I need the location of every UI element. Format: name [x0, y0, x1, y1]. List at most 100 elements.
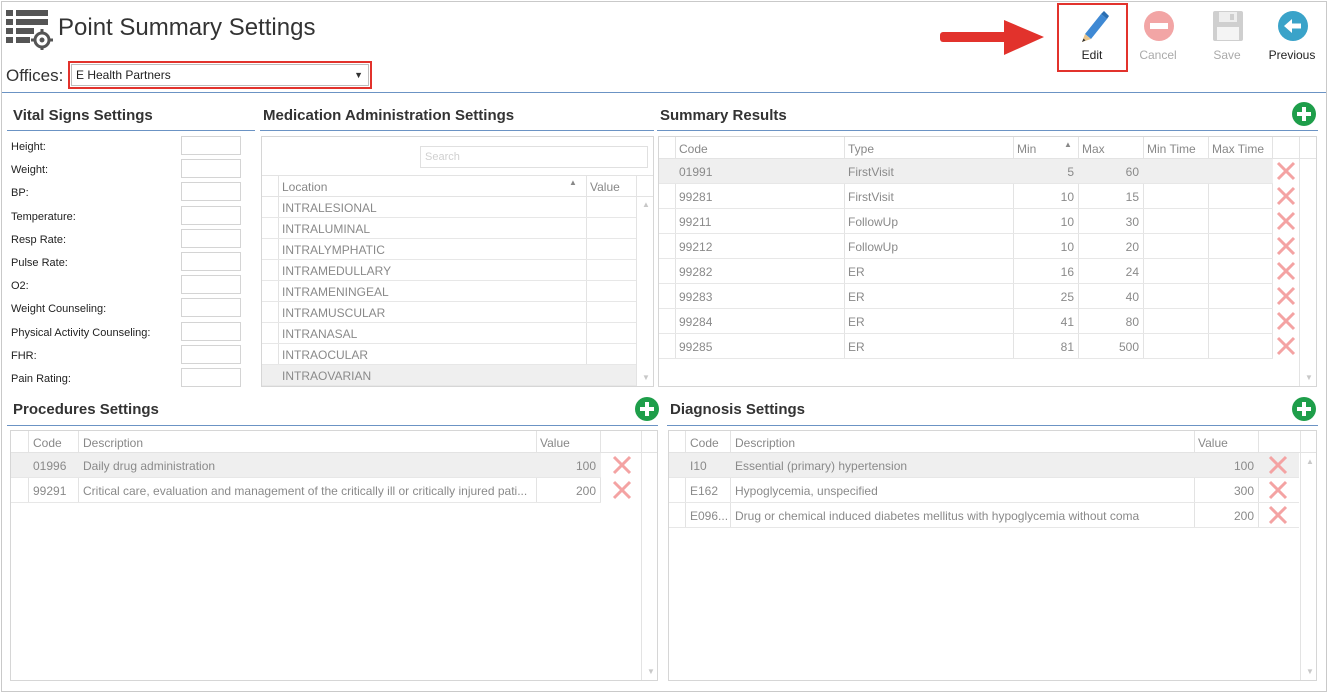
grid-divider — [262, 175, 653, 176]
add-summary-button[interactable] — [1292, 102, 1316, 126]
delete-icon[interactable] — [1268, 480, 1288, 500]
summary-type: FirstVisit — [848, 190, 894, 204]
summary-col-type[interactable]: Type — [848, 142, 874, 156]
medication-search-placeholder: Search — [425, 151, 460, 163]
vital-field-label: Weight Counseling: — [11, 303, 107, 316]
scroll-down-icon[interactable]: ▼ — [1306, 667, 1314, 676]
medication-search-input[interactable]: Search — [420, 146, 648, 168]
summary-type: ER — [848, 315, 865, 329]
delete-icon[interactable] — [612, 480, 632, 500]
grid-divider — [1299, 137, 1300, 386]
page-title: Point Summary Settings — [58, 14, 316, 41]
summary-code: 99283 — [679, 290, 713, 304]
procedures-panel: Code Description Value 01996 Daily drug a… — [10, 430, 658, 681]
summary-col-max[interactable]: Max — [1082, 142, 1105, 156]
summary-min: 5 — [1067, 165, 1074, 179]
vital-field-input[interactable] — [181, 368, 241, 387]
save-label: Save — [1213, 48, 1241, 62]
vital-field-label: Pulse Rate: — [11, 257, 68, 269]
delete-icon[interactable] — [1268, 455, 1288, 475]
procedures-col-description[interactable]: Description — [83, 436, 143, 450]
vital-field-input[interactable] — [181, 252, 241, 271]
medication-col-location[interactable]: Location — [282, 180, 327, 194]
summary-max: 24 — [1125, 265, 1139, 279]
cancel-button[interactable]: Cancel — [1128, 6, 1188, 68]
summary-divider — [657, 130, 1318, 131]
scroll-down-icon[interactable]: ▼ — [1305, 373, 1313, 382]
summary-col-min-time[interactable]: Min Time — [1147, 142, 1196, 156]
table-row[interactable] — [659, 184, 1273, 209]
summary-min: 25 — [1060, 290, 1074, 304]
vital-field-input[interactable] — [181, 321, 241, 341]
delete-icon[interactable] — [1276, 161, 1296, 181]
medication-location: INTRALYMPHATIC — [282, 243, 385, 257]
save-icon — [1213, 11, 1243, 41]
diagnosis-col-value[interactable]: Value — [1198, 436, 1228, 450]
medication-col-value[interactable]: Value — [590, 180, 620, 194]
grid-divider — [636, 175, 637, 386]
add-diagnosis-button[interactable] — [1292, 397, 1316, 421]
vital-field-input[interactable] — [181, 182, 241, 202]
table-row[interactable] — [659, 159, 1273, 184]
cancel-icon — [1144, 11, 1174, 41]
procedures-col-code[interactable]: Code — [33, 436, 62, 450]
medication-divider — [260, 130, 654, 131]
scroll-down-icon[interactable]: ▼ — [647, 667, 655, 676]
summary-max: 30 — [1125, 215, 1139, 229]
procedures-col-value[interactable]: Value — [540, 436, 570, 450]
summary-code: 99212 — [679, 240, 713, 254]
table-row[interactable] — [659, 334, 1273, 359]
procedure-code: 99291 — [33, 484, 67, 498]
summary-col-code[interactable]: Code — [679, 142, 708, 156]
grid-divider — [641, 431, 642, 680]
summary-max: 40 — [1125, 290, 1139, 304]
delete-icon[interactable] — [1268, 505, 1288, 525]
table-row[interactable] — [659, 234, 1273, 259]
procedure-value: 100 — [575, 459, 596, 473]
diagnosis-code: E162 — [690, 484, 719, 498]
diagnosis-value: 200 — [1233, 509, 1254, 523]
delete-icon[interactable] — [1276, 261, 1296, 281]
table-row[interactable] — [659, 284, 1273, 309]
summary-col-max-time[interactable]: Max Time — [1212, 142, 1264, 156]
save-button[interactable]: Save — [1197, 6, 1257, 68]
vital-field-label: Physical Activity Counseling: — [11, 326, 151, 339]
scroll-up-icon[interactable]: ▲ — [1306, 457, 1314, 466]
add-procedure-button[interactable] — [635, 397, 659, 421]
summary-code: 01991 — [679, 165, 713, 179]
offices-label: Offices: — [6, 66, 64, 85]
vital-field-input[interactable] — [181, 298, 241, 318]
scroll-up-icon[interactable]: ▲ — [642, 200, 650, 209]
delete-icon[interactable] — [1276, 286, 1296, 306]
diagnosis-description: Essential (primary) hypertension — [735, 459, 908, 473]
table-row[interactable] — [659, 309, 1273, 334]
medication-title: Medication Administration Settings — [263, 107, 515, 124]
diagnosis-divider — [667, 425, 1318, 426]
medication-location: INTRAOCULAR — [282, 348, 369, 362]
vital-field-input[interactable] — [181, 228, 241, 248]
delete-icon[interactable] — [1276, 336, 1296, 356]
previous-button[interactable]: Previous — [1262, 6, 1322, 68]
scroll-down-icon[interactable]: ▼ — [642, 373, 650, 382]
vital-field-input[interactable] — [181, 159, 241, 179]
header-divider — [2, 92, 1326, 93]
delete-icon[interactable] — [1276, 236, 1296, 256]
summary-min: 10 — [1060, 240, 1074, 254]
medication-location: INTRANASAL — [282, 327, 358, 341]
delete-icon[interactable] — [1276, 186, 1296, 206]
summary-col-min[interactable]: Min — [1017, 142, 1036, 156]
procedure-description: Daily drug administration — [83, 459, 216, 473]
diagnosis-col-code[interactable]: Code — [690, 436, 719, 450]
cancel-label: Cancel — [1139, 48, 1177, 62]
sort-up-icon: ▲ — [1064, 140, 1072, 149]
delete-icon[interactable] — [1276, 311, 1296, 331]
vital-field-input[interactable] — [181, 205, 241, 225]
vital-field-input[interactable] — [181, 275, 241, 295]
table-row[interactable] — [659, 259, 1273, 284]
delete-icon[interactable] — [612, 455, 632, 475]
delete-icon[interactable] — [1276, 211, 1296, 231]
vital-field-input[interactable] — [181, 344, 241, 364]
vital-field-input[interactable] — [181, 136, 241, 155]
diagnosis-col-description[interactable]: Description — [735, 436, 795, 450]
table-row[interactable] — [659, 209, 1273, 234]
